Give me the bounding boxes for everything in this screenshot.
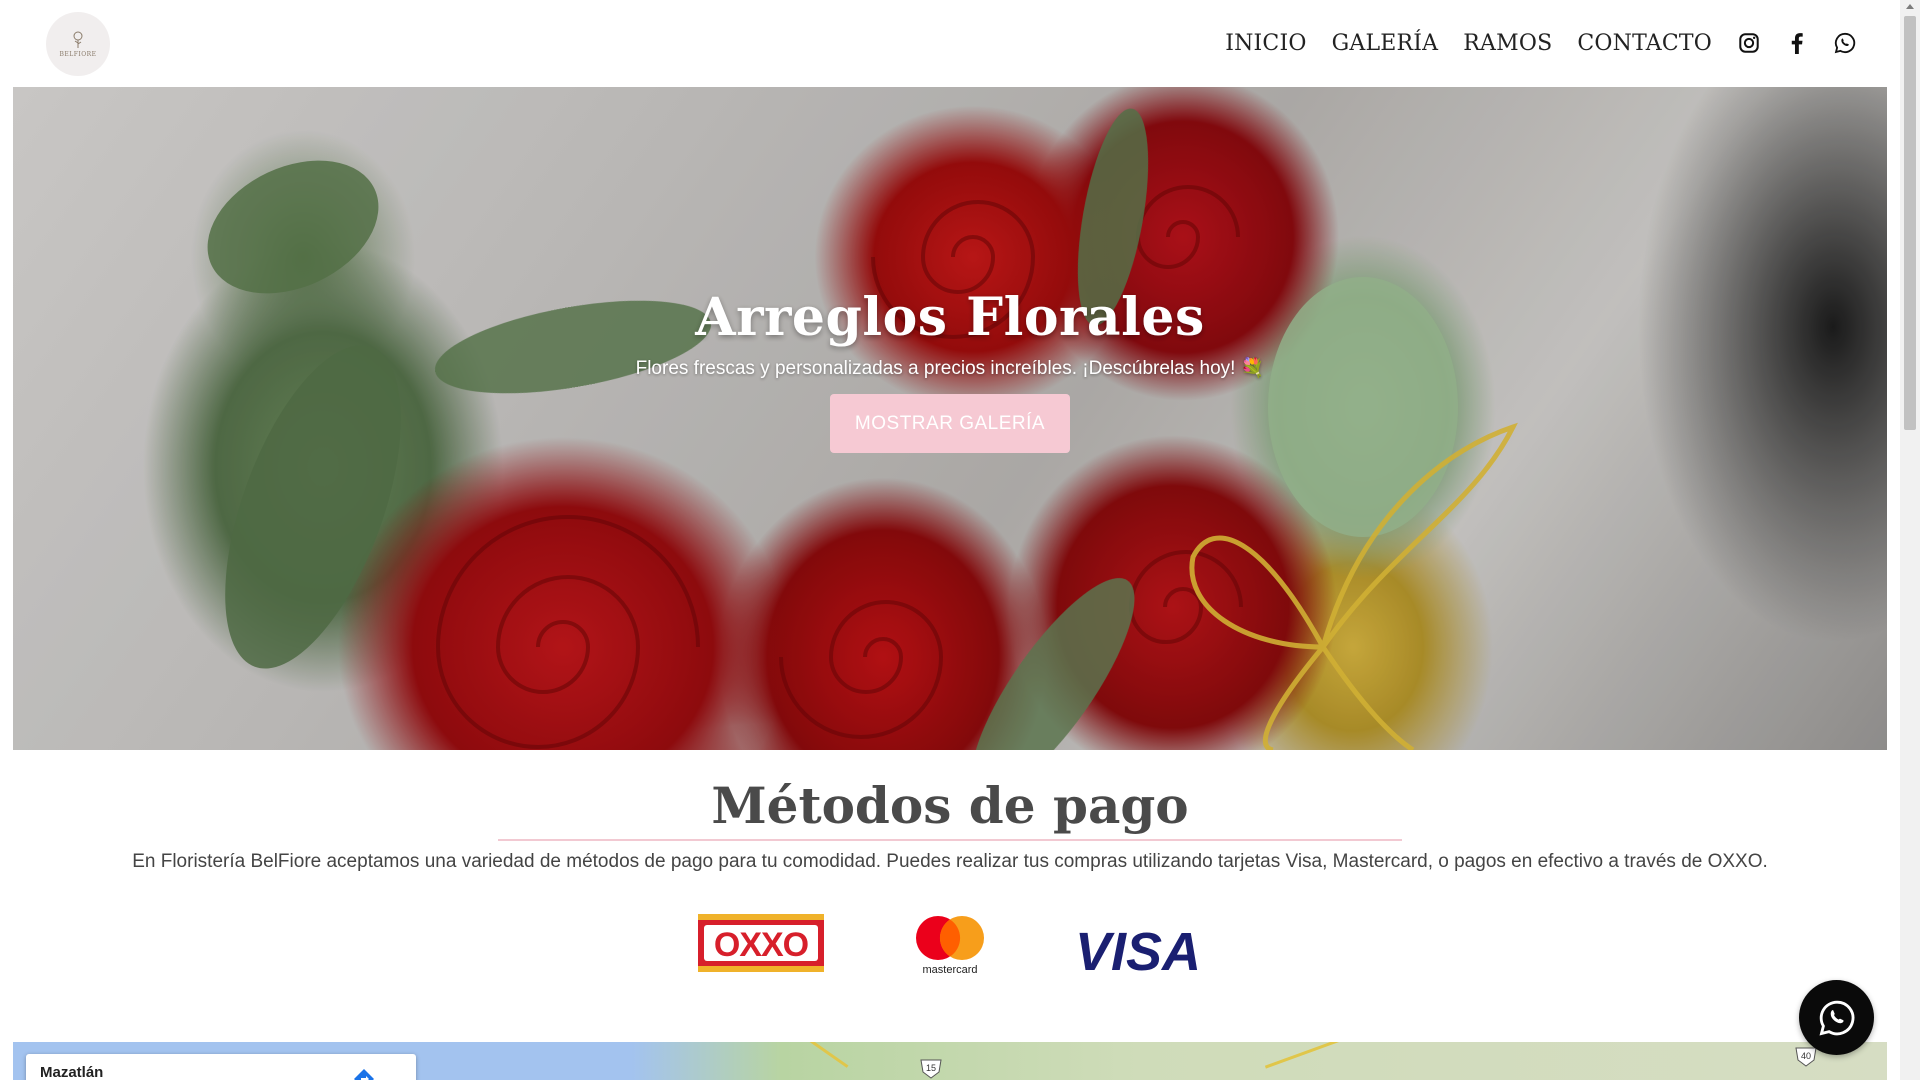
show-gallery-button[interactable]: MOSTRAR GALERÍA [829, 394, 1071, 453]
nav-galeria[interactable]: GALERÍA [1332, 31, 1439, 56]
whatsapp-float-icon [1819, 1000, 1854, 1035]
payments-title: Métodos de pago [711, 776, 1189, 835]
location-map[interactable]: 15 40 Mazatlán [13, 1042, 1887, 1080]
whatsapp-icon[interactable] [1832, 30, 1858, 56]
visa-logo-text: VISA [1075, 926, 1201, 974]
map-place-card[interactable]: Mazatlán [26, 1054, 416, 1080]
nav-inicio[interactable]: INICIO [1225, 31, 1306, 56]
payments-description: En Floristería BelFiore aceptamos una va… [132, 851, 1768, 872]
scroll-thumb[interactable] [1904, 16, 1916, 430]
map-road [1264, 1042, 1342, 1069]
facebook-icon[interactable] [1784, 30, 1810, 56]
site-logo[interactable]: BELFIORE [46, 12, 110, 76]
mastercard-logo: mastercard [910, 914, 990, 976]
social-links [1736, 30, 1858, 56]
svg-text:40: 40 [1801, 1051, 1811, 1061]
svg-text:15: 15 [926, 1063, 936, 1073]
highway-15-marker: 15 [920, 1059, 942, 1079]
hero-title: Arreglos Florales [695, 287, 1205, 348]
map-road [797, 1042, 849, 1068]
map-place-name: Mazatlán [40, 1064, 104, 1080]
hero-subtitle: Flores frescas y personalizadas a precio… [635, 358, 1265, 379]
page-scrollbar[interactable] [1900, 0, 1920, 1080]
nav-ramos[interactable]: RAMOS [1463, 31, 1552, 56]
oxxo-logo: OXXO [698, 914, 824, 972]
nav-contacto[interactable]: CONTACTO [1577, 31, 1712, 56]
title-divider [498, 839, 1402, 841]
site-header: BELFIORE INICIO GALERÍA RAMOS CONTACTO [0, 0, 1900, 86]
logo-text: BELFIORE [59, 50, 97, 58]
scroll-up-icon[interactable] [1906, 4, 1914, 9]
rose-logo-icon [73, 31, 83, 48]
whatsapp-float-button[interactable] [1799, 980, 1874, 1055]
mastercard-logo-text: mastercard [922, 964, 977, 976]
visa-logo: VISA [1066, 922, 1210, 982]
payment-logos: OXXO mastercard VISA [0, 914, 1900, 982]
page: BELFIORE INICIO GALERÍA RAMOS CONTACTO A… [0, 0, 1900, 1080]
hero-content: Arreglos Florales Flores frescas y perso… [13, 287, 1887, 453]
oxxo-logo-text: OXXO [714, 926, 809, 964]
instagram-icon[interactable] [1736, 30, 1762, 56]
directions-icon[interactable] [353, 1068, 375, 1080]
hero-banner: Arreglos Florales Flores frescas y perso… [13, 87, 1887, 750]
main-nav: INICIO GALERÍA RAMOS CONTACTO [1200, 0, 1858, 86]
highway-40-marker: 40 [1795, 1047, 1817, 1067]
payment-methods-section: Métodos de pago En Floristería BelFiore … [0, 750, 1900, 1040]
